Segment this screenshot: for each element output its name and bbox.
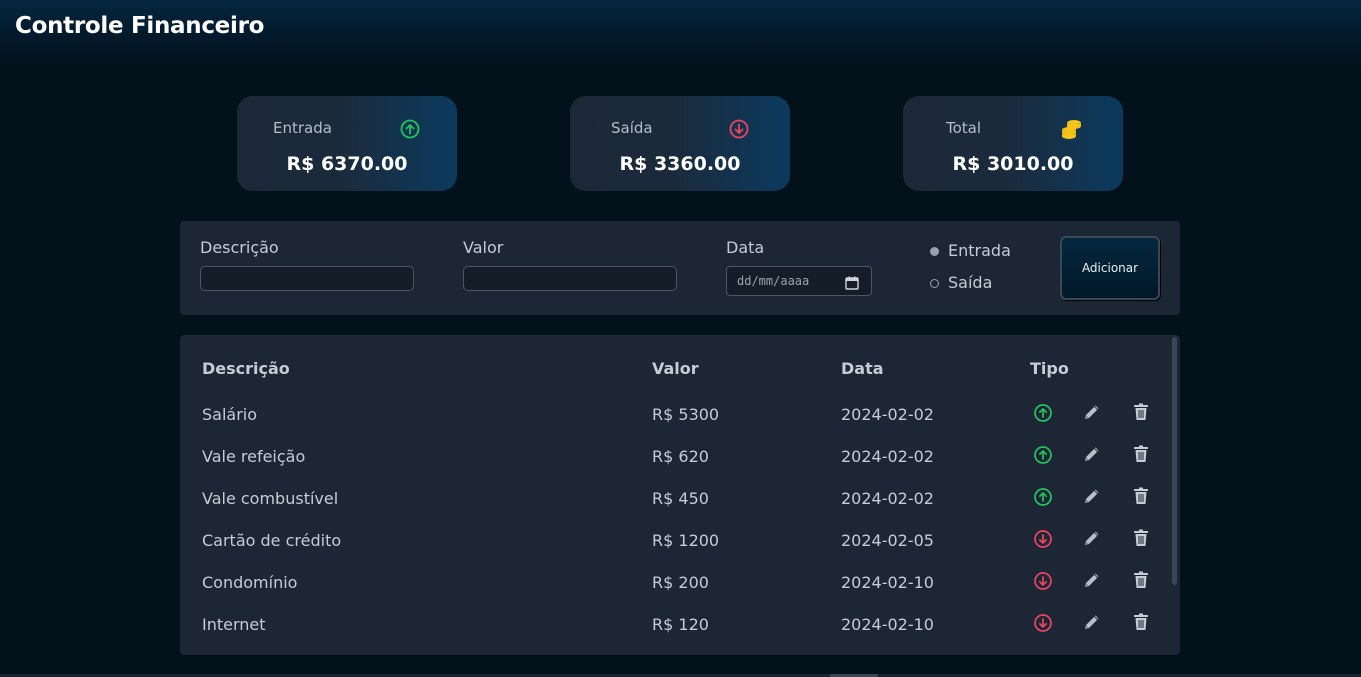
row-amount: R$ 200	[652, 573, 709, 592]
income-card-value: R$ 6370.00	[286, 153, 408, 175]
row-description: Salário	[202, 405, 258, 424]
pencil-icon[interactable]	[1082, 402, 1102, 422]
row-description: Condomínio	[202, 573, 298, 592]
trash-icon[interactable]	[1131, 486, 1151, 506]
total-card-value: R$ 3010.00	[952, 153, 1074, 175]
column-header-date: Data	[841, 359, 884, 378]
row-description: Vale refeição	[202, 447, 306, 466]
pencil-icon[interactable]	[1082, 570, 1102, 590]
table-row: Salário R$ 5300 2024-02-02	[180, 402, 1170, 447]
row-description: Cartão de crédito	[202, 531, 342, 550]
table-row: Vale combustível R$ 450 2024-02-02	[180, 486, 1170, 531]
row-amount: R$ 1200	[652, 531, 720, 550]
income-card: Entrada R$ 6370.00	[237, 96, 457, 191]
expense-card-value: R$ 3360.00	[619, 153, 741, 175]
row-date: 2024-02-05	[841, 531, 934, 550]
app-header: Controle Financeiro	[0, 0, 1361, 70]
calendar-icon[interactable]	[845, 275, 859, 290]
pencil-icon[interactable]	[1082, 444, 1102, 464]
pencil-icon[interactable]	[1082, 486, 1102, 506]
radio-selected-icon[interactable]	[930, 247, 939, 256]
row-date: 2024-02-10	[841, 573, 934, 592]
arrow-up-circle-icon	[1033, 487, 1053, 507]
date-input[interactable]: dd/mm/aaaa	[726, 266, 872, 296]
arrow-up-circle-icon	[399, 118, 421, 140]
row-description: Vale combustível	[202, 489, 339, 508]
pencil-icon[interactable]	[1082, 528, 1102, 548]
type-radio-saida-label: Saída	[948, 273, 993, 292]
transaction-form: Descrição Valor Data dd/mm/aaaa Entrada …	[180, 221, 1180, 315]
table-row: Internet R$ 120 2024-02-10	[180, 612, 1170, 657]
arrow-down-circle-icon	[1033, 613, 1053, 633]
trash-icon[interactable]	[1131, 612, 1151, 632]
description-label: Descrição	[200, 238, 279, 257]
income-card-label: Entrada	[273, 119, 332, 137]
column-header-amount: Valor	[652, 359, 699, 378]
row-date: 2024-02-10	[841, 615, 934, 634]
row-amount: R$ 120	[652, 615, 709, 634]
scrollbar-thumb[interactable]	[1172, 337, 1177, 585]
row-amount: R$ 620	[652, 447, 709, 466]
row-description: Internet	[202, 615, 266, 634]
radio-unselected-icon[interactable]	[930, 279, 939, 288]
amount-input[interactable]	[463, 266, 677, 291]
pencil-icon[interactable]	[1082, 612, 1102, 632]
transactions-table: Descrição Valor Data Tipo Salário R$ 5300…	[180, 335, 1180, 655]
type-radio-entrada-label: Entrada	[948, 241, 1011, 260]
column-header-type: Tipo	[1030, 359, 1069, 378]
trash-icon[interactable]	[1131, 570, 1151, 590]
amount-label: Valor	[463, 238, 504, 257]
row-date: 2024-02-02	[841, 447, 934, 466]
row-amount: R$ 5300	[652, 405, 720, 424]
total-card-label: Total	[946, 119, 982, 137]
trash-icon[interactable]	[1131, 444, 1151, 464]
arrow-down-circle-icon	[1033, 571, 1053, 591]
row-date: 2024-02-02	[841, 489, 934, 508]
trash-icon[interactable]	[1131, 402, 1151, 422]
column-header-description: Descrição	[202, 359, 290, 378]
row-date: 2024-02-02	[841, 405, 934, 424]
trash-icon[interactable]	[1131, 528, 1151, 548]
page-title: Controle Financeiro	[15, 13, 265, 39]
row-amount: R$ 450	[652, 489, 709, 508]
expense-card-label: Saída	[611, 119, 653, 137]
table-row: Condomínio R$ 200 2024-02-10	[180, 570, 1170, 615]
add-button[interactable]: Adicionar	[1060, 236, 1160, 300]
arrow-up-circle-icon	[1033, 403, 1053, 423]
total-card: Total R$ 3010.00	[903, 96, 1123, 191]
arrow-up-circle-icon	[1033, 445, 1053, 465]
expense-card: Saída R$ 3360.00	[570, 96, 790, 191]
arrow-down-circle-icon	[728, 118, 750, 140]
table-scrollbar[interactable]	[1170, 335, 1180, 655]
description-input[interactable]	[200, 266, 414, 291]
table-row: Vale refeição R$ 620 2024-02-02	[180, 444, 1170, 489]
date-label: Data	[726, 238, 765, 257]
coins-icon	[1059, 116, 1085, 142]
date-placeholder: dd/mm/aaaa	[737, 274, 810, 288]
arrow-down-circle-icon	[1033, 529, 1053, 549]
table-row: Cartão de crédito R$ 1200 2024-02-05	[180, 528, 1170, 573]
